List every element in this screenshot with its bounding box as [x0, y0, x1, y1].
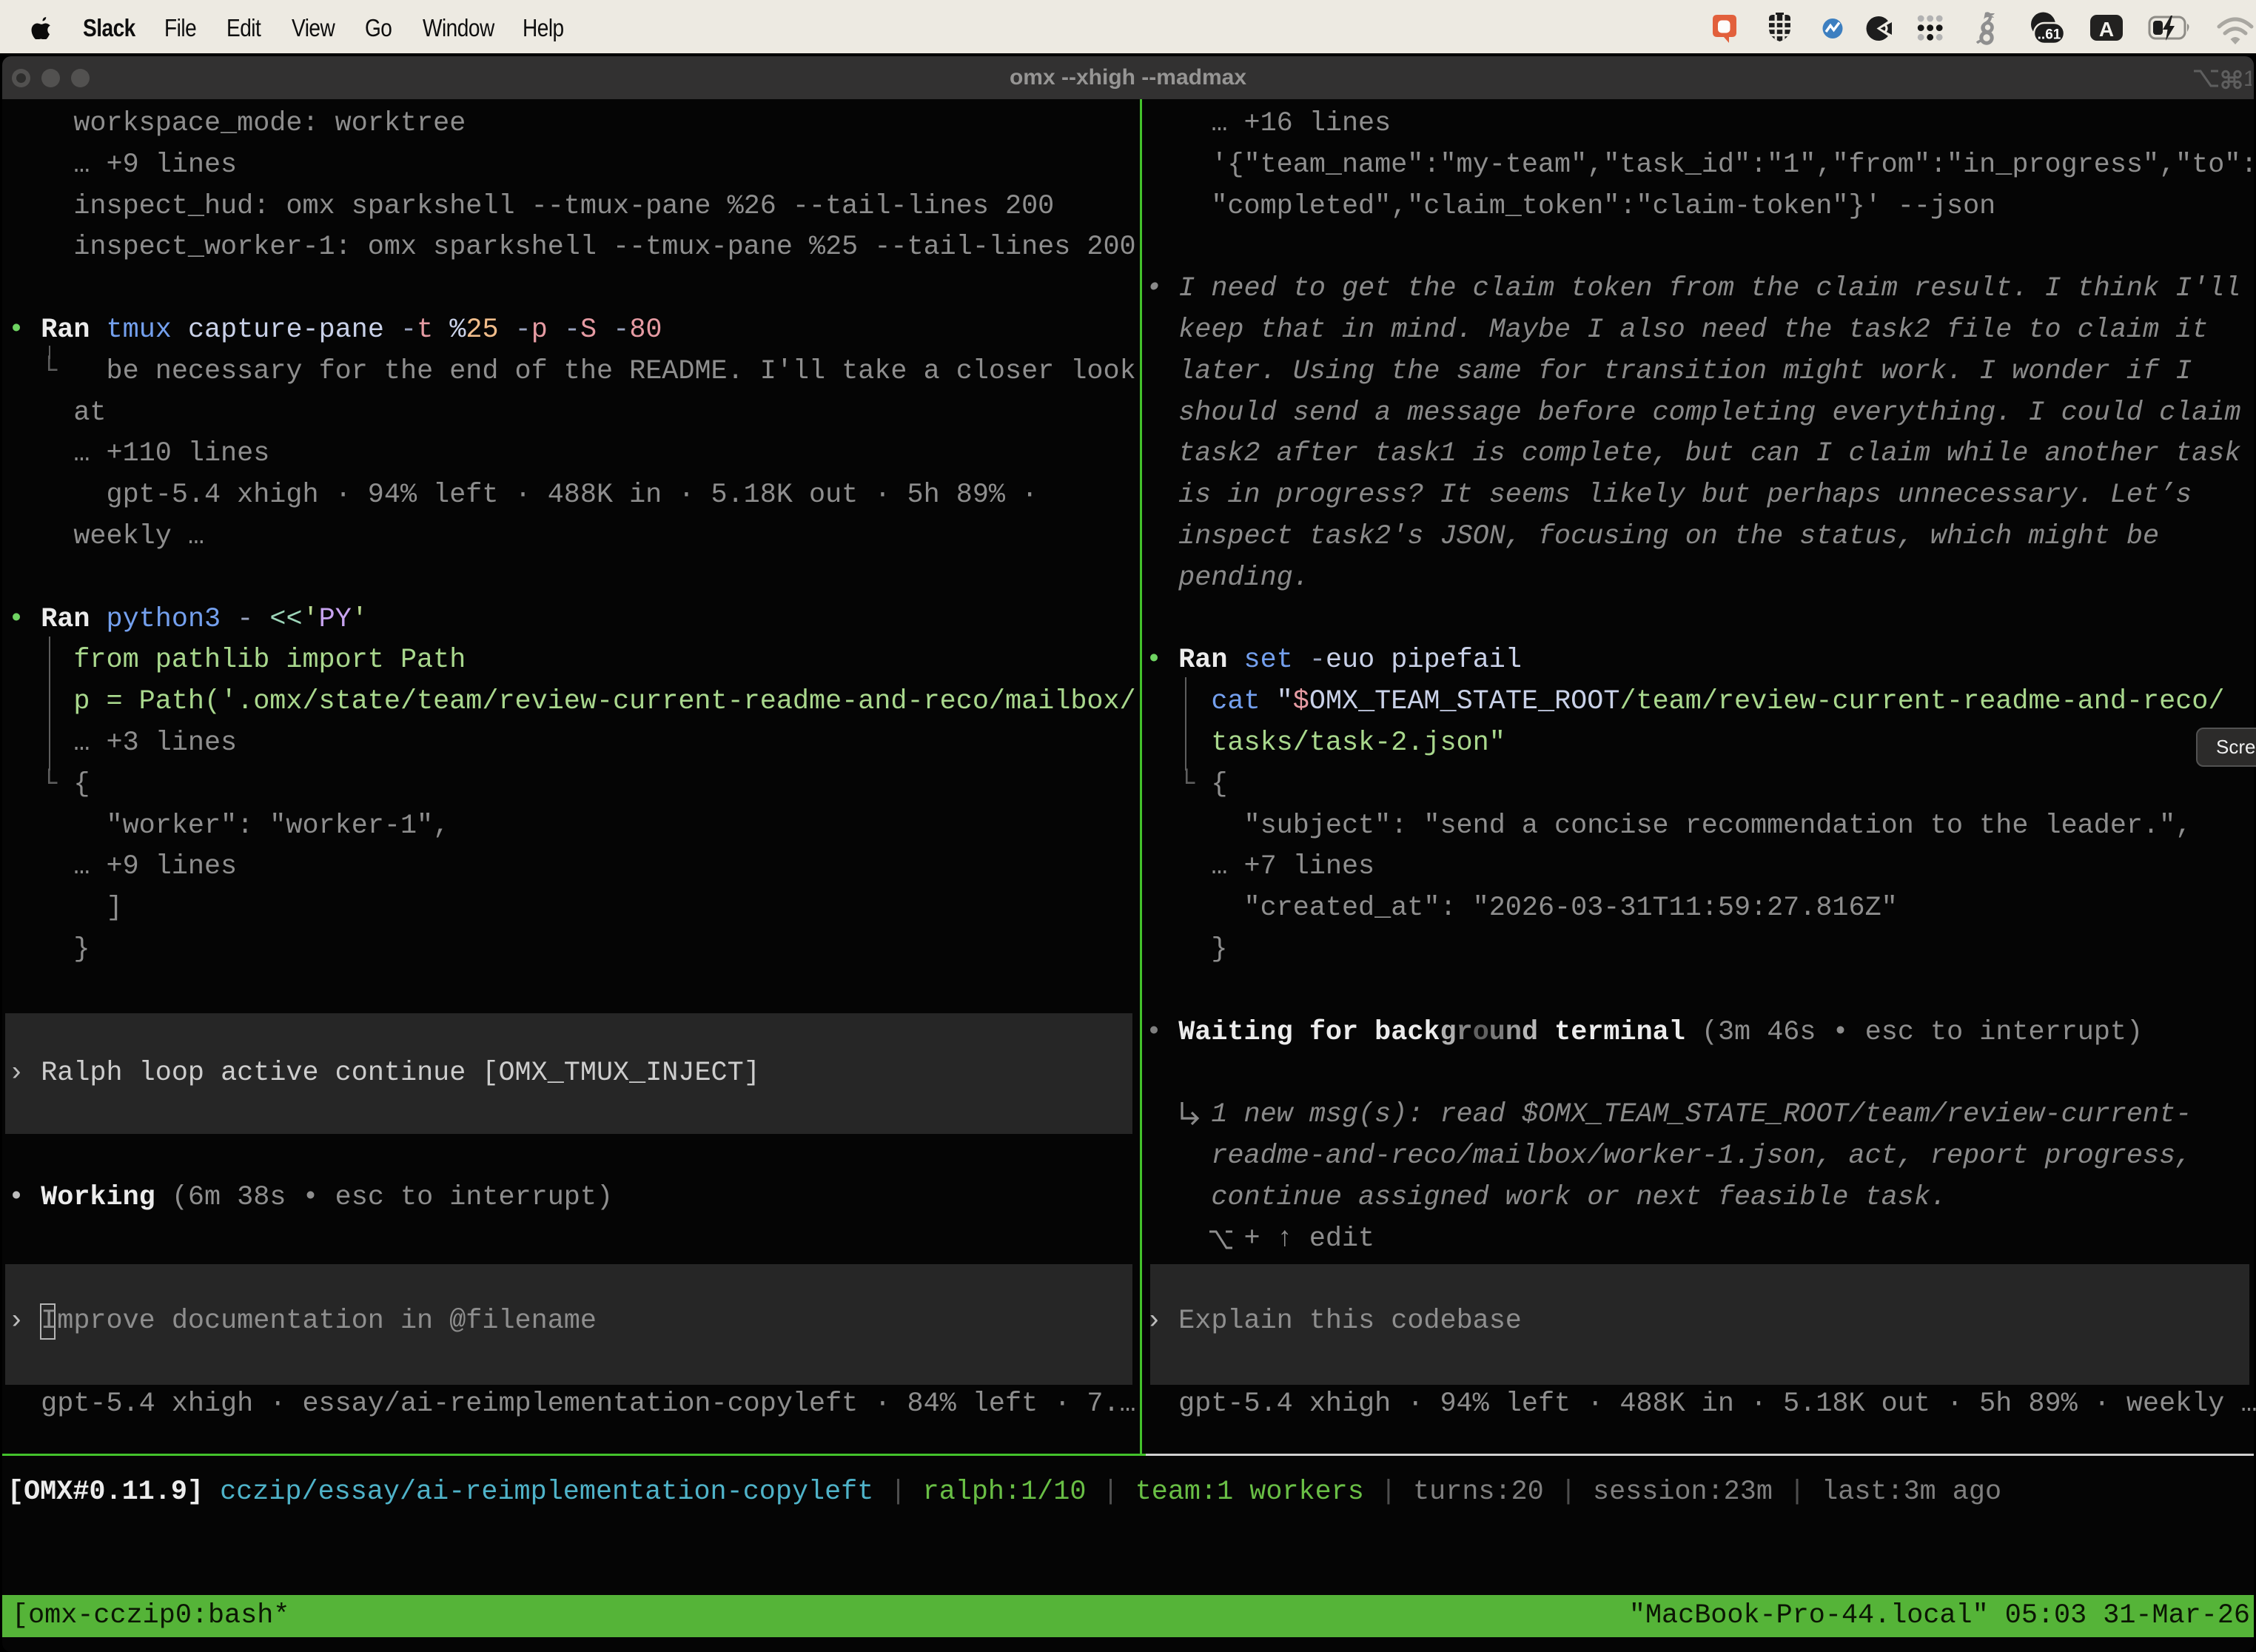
- svg-text:..61: ..61: [2038, 27, 2061, 43]
- svg-text:1: 1: [2243, 67, 2252, 91]
